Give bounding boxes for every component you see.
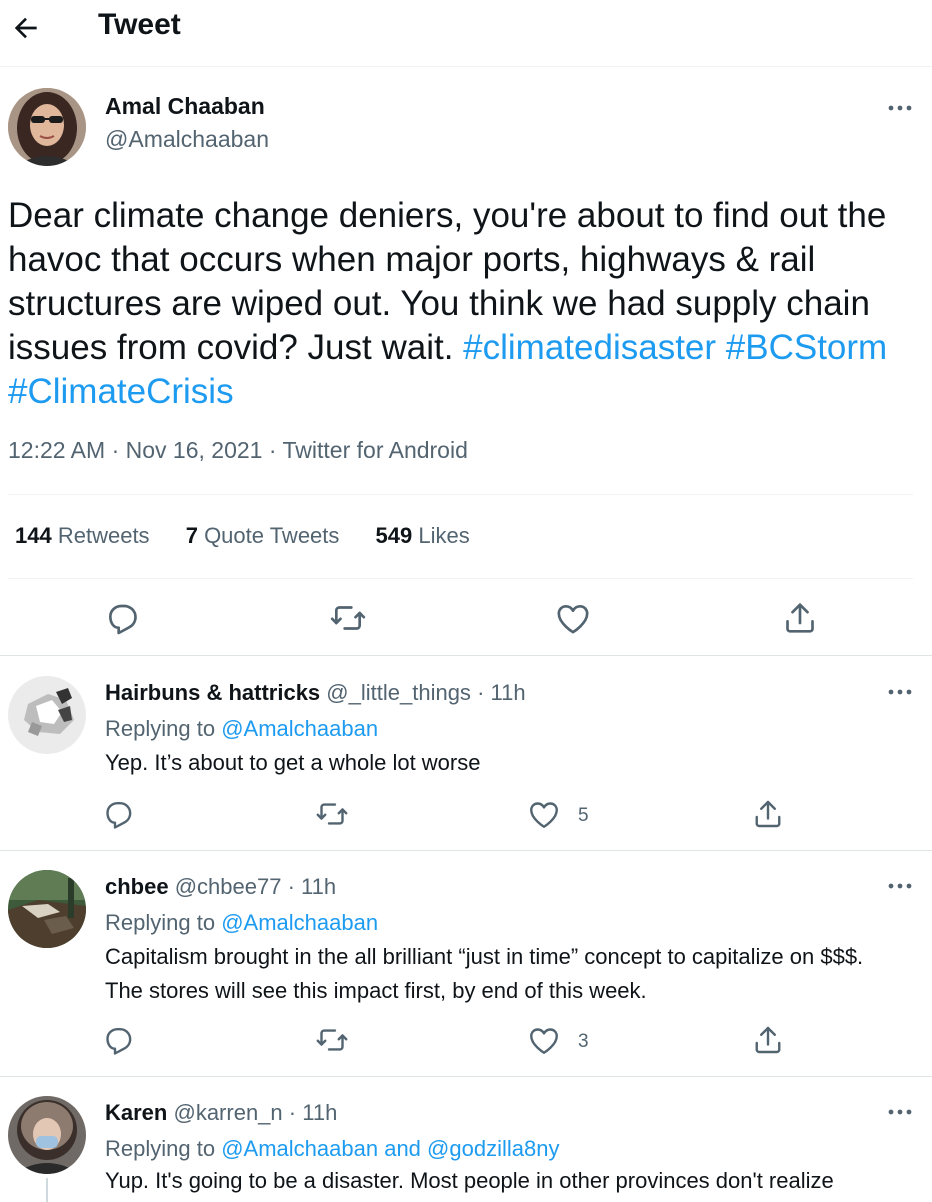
separator-dot: · (111, 437, 120, 463)
reply-time[interactable]: 11h (301, 874, 336, 899)
reply-header: chbee @chbee77 · 11h (105, 874, 336, 900)
reply-icon[interactable] (102, 598, 142, 638)
replying-and: and (384, 1136, 421, 1161)
share-icon[interactable] (780, 598, 820, 638)
reply-avatar[interactable] (8, 676, 86, 754)
quotes-label: Quote Tweets (204, 523, 340, 548)
replying-to-label: Replying to (105, 1136, 216, 1161)
tweet-text: Dear climate change deniers, you're abou… (8, 194, 908, 414)
reply-header: Hairbuns & hattricks @_little_things · 1… (105, 680, 526, 706)
separator-dot: · (268, 437, 277, 463)
tweet-time[interactable]: 12:22 AM (8, 437, 105, 463)
reply-avatar[interactable] (8, 870, 86, 948)
share-icon[interactable] (750, 1022, 790, 1062)
retweets-stat[interactable]: 144 Retweets (15, 523, 150, 548)
divider (8, 578, 913, 579)
separator-dot: · (477, 680, 485, 705)
quote-tweets-stat[interactable]: 7 Quote Tweets (186, 523, 340, 548)
replying-to: Replying to @Amalchaaban and @godzilla8n… (105, 1136, 559, 1162)
mention-link[interactable]: @godzilla8ny (427, 1136, 559, 1161)
reply-text: Yup. It's going to be a disaster. Most p… (105, 1168, 834, 1193)
reply-icon[interactable] (100, 1022, 140, 1062)
reply-header: Karen @karren_n · 11h (105, 1100, 337, 1126)
share-icon[interactable] (750, 796, 790, 836)
author-name[interactable]: Amal Chaaban (105, 93, 265, 120)
like-count: 3 (578, 1031, 589, 1052)
reply-text: Capitalism brought in the all brilliant … (105, 944, 864, 1003)
reply-author-name[interactable]: Hairbuns & hattricks (105, 680, 320, 705)
separator-dot: · (288, 1100, 297, 1125)
retweets-count: 144 (15, 523, 52, 548)
divider (0, 850, 932, 851)
tweet-meta: 12:22 AM · Nov 16, 2021 · Twitter for An… (8, 437, 468, 464)
like-count: 5 (578, 805, 589, 826)
retweet-icon[interactable] (328, 598, 368, 638)
separator-dot: · (287, 874, 295, 899)
replying-to: Replying to @Amalchaaban (105, 910, 378, 936)
divider (0, 655, 932, 656)
more-options-icon[interactable] (885, 876, 915, 896)
reply-author-handle[interactable]: @_little_things (326, 680, 471, 705)
retweets-label: Retweets (57, 523, 150, 548)
author-handle[interactable]: @Amalchaaban (105, 126, 269, 153)
like-icon[interactable] (553, 598, 593, 638)
hashtag-link[interactable]: #climatedisaster (463, 328, 716, 367)
likes-count: 549 (375, 523, 413, 548)
replying-to: Replying to @Amalchaaban (105, 716, 378, 742)
likes-label: Likes (418, 523, 470, 548)
more-options-icon[interactable] (885, 682, 915, 702)
reply-author-handle[interactable]: @karren_n (173, 1100, 282, 1125)
reply-author-name[interactable]: Karen (105, 1100, 167, 1125)
tweet-source[interactable]: Twitter for Android (283, 437, 468, 463)
mention-link[interactable]: @Amalchaaban (221, 716, 378, 741)
page-title: Tweet (98, 8, 181, 41)
reply-author-name[interactable]: chbee (105, 874, 169, 899)
reply-avatar[interactable] (8, 1096, 86, 1174)
reply-time[interactable]: 11h (302, 1100, 337, 1125)
like-icon[interactable] (526, 796, 566, 836)
tweet-date[interactable]: Nov 16, 2021 (126, 437, 263, 463)
quotes-count: 7 (185, 523, 198, 548)
like-icon[interactable] (526, 1022, 566, 1062)
author-avatar[interactable] (8, 88, 86, 166)
reply-author-handle[interactable]: @chbee77 (175, 874, 282, 899)
replying-to-label: Replying to (105, 716, 216, 741)
more-options-icon[interactable] (885, 1102, 915, 1122)
back-arrow-icon[interactable] (10, 12, 42, 44)
hashtag-link[interactable]: #BCStorm (726, 328, 887, 367)
thread-line (46, 1178, 48, 1202)
reply-icon[interactable] (100, 796, 140, 836)
divider (0, 1076, 932, 1077)
retweet-icon[interactable] (314, 796, 354, 836)
mention-link[interactable]: @Amalchaaban (221, 910, 378, 935)
retweet-icon[interactable] (314, 1022, 354, 1062)
reply-text: Yep. It’s about to get a whole lot worse (105, 750, 481, 775)
hashtag-link[interactable]: #ClimateCrisis (8, 372, 234, 411)
mention-link[interactable]: @Amalchaaban (221, 1136, 378, 1161)
tweet-stats: 144 Retweets 7 Quote Tweets 549 Likes (15, 523, 500, 549)
divider (8, 494, 913, 495)
replying-to-label: Replying to (105, 910, 216, 935)
likes-stat[interactable]: 549 Likes (376, 523, 470, 548)
more-options-icon[interactable] (885, 98, 915, 118)
reply-time[interactable]: 11h (491, 680, 526, 705)
